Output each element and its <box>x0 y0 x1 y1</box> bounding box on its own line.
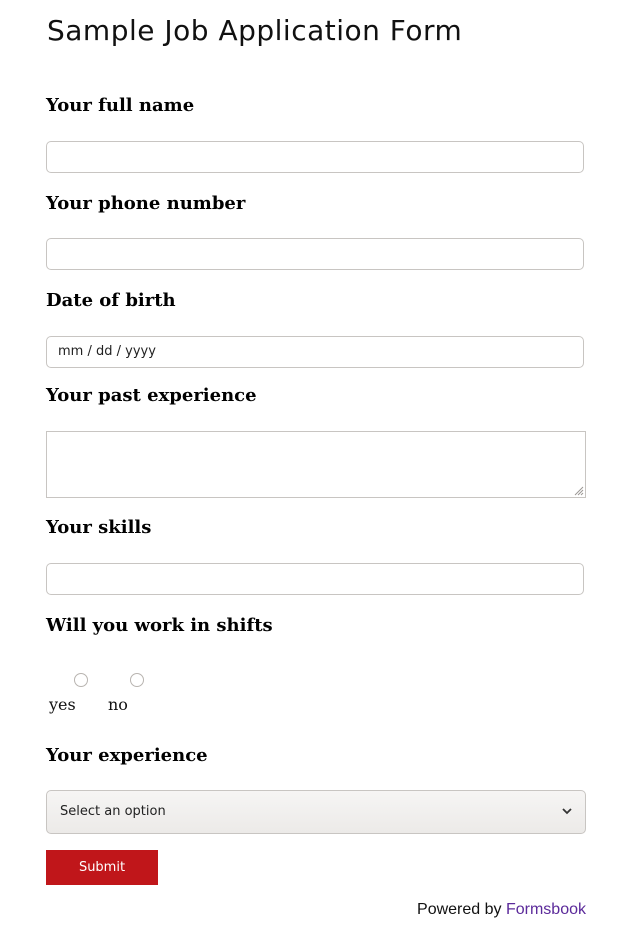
full-name-label: Your full name <box>46 95 195 116</box>
full-name-input[interactable] <box>46 141 584 173</box>
dob-placeholder: mm / dd / yyyy <box>58 344 156 359</box>
powered-by: Powered by Formsbook <box>417 901 586 919</box>
dob-input[interactable]: mm / dd / yyyy <box>46 336 584 368</box>
past-experience-textarea[interactable] <box>46 431 586 498</box>
experience-select[interactable]: Select an option <box>46 790 586 834</box>
chevron-down-icon <box>562 808 572 815</box>
shifts-label: Will you work in shifts <box>46 615 273 636</box>
experience-label: Your experience <box>46 745 208 766</box>
skills-label: Your skills <box>46 517 152 538</box>
page-title: Sample Job Application Form <box>47 14 463 47</box>
shifts-yes-label[interactable]: yes <box>49 695 76 714</box>
formsbook-link[interactable]: Formsbook <box>506 901 586 918</box>
phone-input[interactable] <box>46 238 584 270</box>
experience-selected-value: Select an option <box>60 804 166 819</box>
shifts-yes-radio[interactable] <box>74 673 88 687</box>
dob-label: Date of birth <box>46 290 176 311</box>
phone-label: Your phone number <box>46 193 246 214</box>
shifts-no-label[interactable]: no <box>108 695 128 714</box>
powered-by-prefix: Powered by <box>417 901 502 918</box>
resize-handle-icon[interactable] <box>572 484 584 496</box>
skills-input[interactable] <box>46 563 584 595</box>
past-experience-label: Your past experience <box>46 385 257 406</box>
submit-button[interactable]: Submit <box>46 850 158 885</box>
shifts-no-radio[interactable] <box>130 673 144 687</box>
